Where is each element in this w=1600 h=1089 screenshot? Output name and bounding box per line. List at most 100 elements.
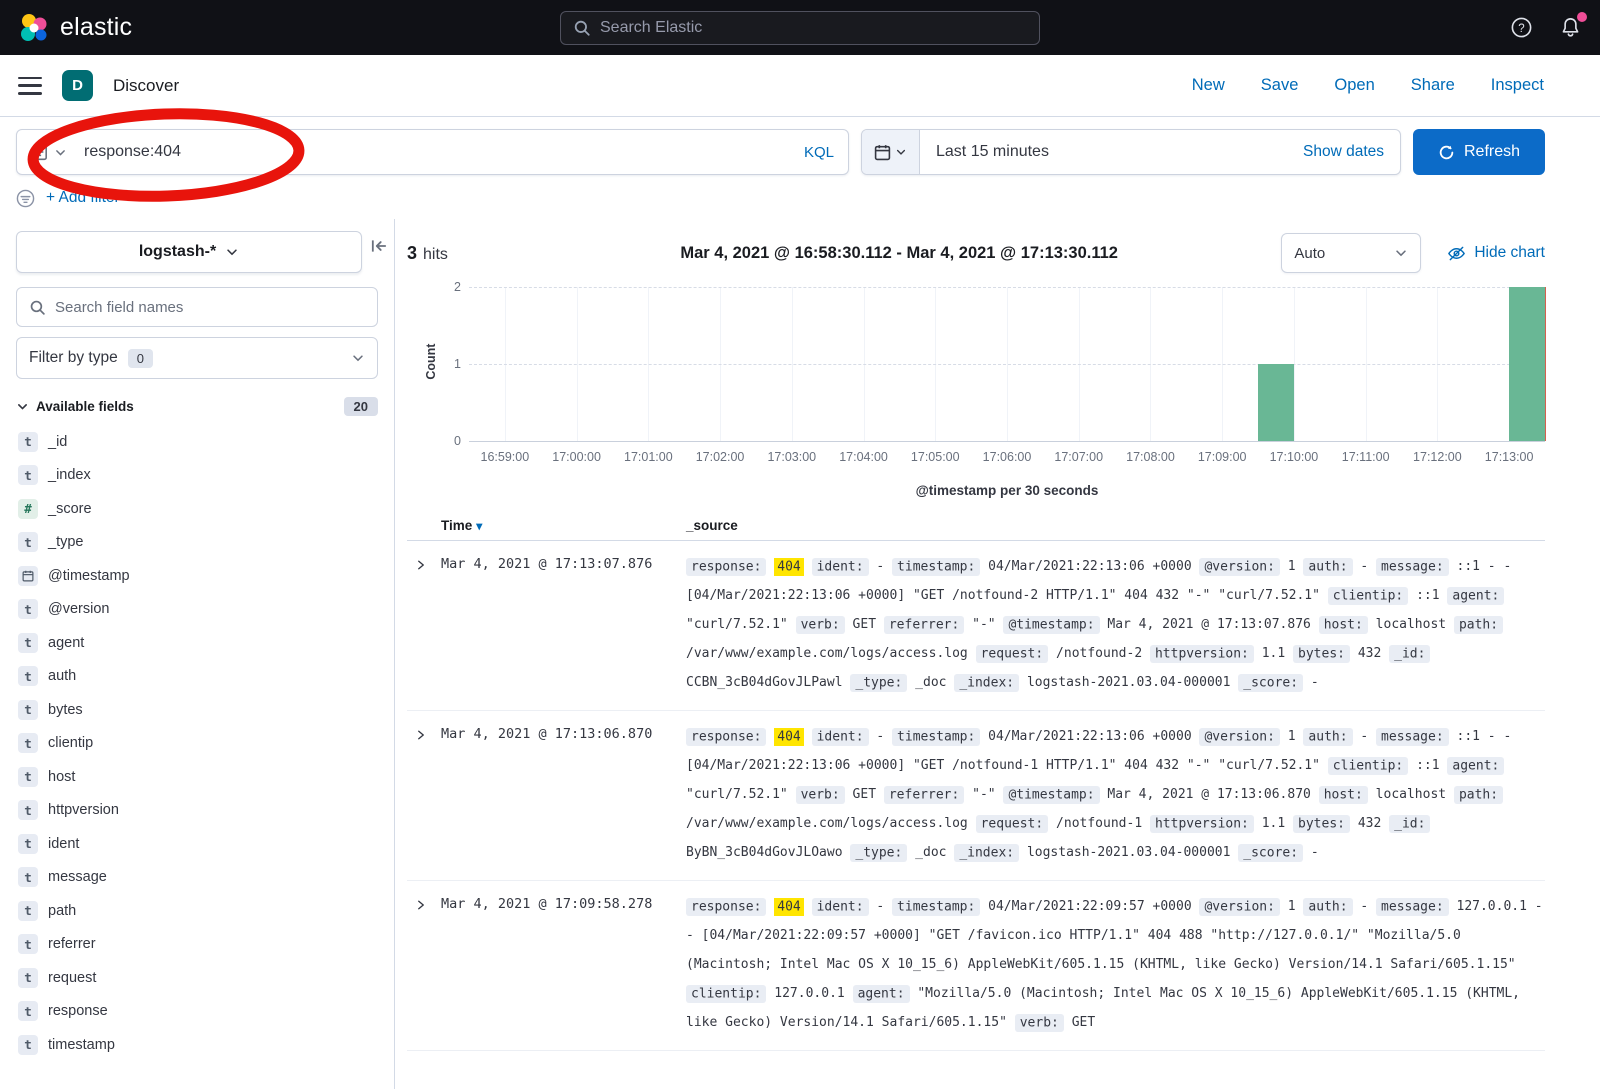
field-item-response[interactable]: tresponse (16, 995, 378, 1029)
histogram-bar[interactable] (1509, 287, 1545, 441)
text-field-icon: t (18, 432, 38, 452)
doc-timestamp: Mar 4, 2021 @ 17:09:58.278 (441, 892, 686, 1037)
doc-source: response: 404 ident: - timestamp: 04/Mar… (686, 552, 1545, 697)
field-search[interactable] (16, 287, 378, 327)
histogram-bar[interactable] (1258, 364, 1294, 441)
field-item-referrer[interactable]: treferrer (16, 928, 378, 962)
refresh-button[interactable]: Refresh (1413, 129, 1545, 175)
x-tick-label: 17:10:00 (1270, 450, 1319, 464)
query-input[interactable] (76, 143, 790, 161)
text-field-icon: t (18, 867, 38, 887)
x-axis-caption: @timestamp per 30 seconds (407, 483, 1545, 498)
field-item-agent[interactable]: tagent (16, 626, 378, 660)
field-item-_type[interactable]: t_type (16, 526, 378, 560)
action-save[interactable]: Save (1261, 76, 1299, 95)
text-field-icon: t (18, 934, 38, 954)
filter-by-type-toggle[interactable]: Filter by type 0 (16, 337, 378, 379)
field-search-input[interactable] (55, 299, 365, 316)
header-actions: New Save Open Share Inspect (1192, 76, 1582, 95)
field-item-host[interactable]: thost (16, 760, 378, 794)
hide-chart-button[interactable]: Hide chart (1447, 244, 1545, 263)
text-field-icon: t (18, 666, 38, 686)
expand-row-icon[interactable] (407, 722, 441, 867)
field-name: timestamp (48, 1037, 115, 1053)
field-item-_score[interactable]: #_score (16, 492, 378, 526)
x-tick-label: 17:11:00 (1342, 450, 1390, 464)
documents-table: Time ▾ _source Mar 4, 2021 @ 17:13:07.87… (407, 518, 1545, 1051)
time-range-value[interactable]: Last 15 minutes (920, 143, 1303, 161)
field-item-httpversion[interactable]: thttpversion (16, 794, 378, 828)
discover-main: 3 hits Mar 4, 2021 @ 16:58:30.112 - Mar … (395, 219, 1600, 1089)
field-item-@timestamp[interactable]: @timestamp (16, 559, 378, 593)
field-name: _index (48, 467, 91, 483)
date-picker: Last 15 minutes Show dates (861, 129, 1401, 175)
field-name: bytes (48, 702, 83, 718)
x-tick-label: 17:02:00 (696, 450, 745, 464)
field-name: ident (48, 836, 79, 852)
x-tick-label: 17:12:00 (1413, 450, 1462, 464)
sort-descending-icon[interactable]: ▾ (476, 519, 482, 533)
field-item-message[interactable]: t message (16, 861, 378, 895)
field-item-_id[interactable]: t_id (16, 425, 378, 459)
field-item-ident[interactable]: tident (16, 827, 378, 861)
collapse-sidebar-icon[interactable] (370, 237, 388, 260)
action-new[interactable]: New (1192, 76, 1225, 95)
add-filter-button[interactable]: + Add filter (46, 189, 120, 207)
x-tick-label: 17:13:00 (1485, 450, 1534, 464)
filter-count-badge: 0 (128, 349, 153, 368)
global-search-input[interactable] (600, 19, 1027, 37)
global-search[interactable] (560, 11, 1040, 45)
field-name: clientip (48, 735, 93, 751)
document-row: Mar 4, 2021 @ 17:13:07.876response: 404 … (407, 541, 1545, 711)
text-field-icon: t (18, 733, 38, 753)
page-title: Discover (113, 76, 179, 96)
action-share[interactable]: Share (1411, 76, 1455, 95)
doc-source: response: 404 ident: - timestamp: 04/Mar… (686, 892, 1545, 1037)
field-item-_index[interactable]: t _index (16, 459, 378, 493)
field-item-@version[interactable]: t@version (16, 593, 378, 627)
doc-timestamp: Mar 4, 2021 @ 17:13:07.876 (441, 552, 686, 697)
text-field-icon: t (18, 767, 38, 787)
notifications-icon[interactable] (1559, 16, 1582, 39)
show-dates-button[interactable]: Show dates (1303, 143, 1400, 161)
available-fields-header[interactable]: Available fields 20 (16, 397, 378, 416)
available-fields-count: 20 (344, 397, 378, 416)
field-name: response (48, 1003, 108, 1019)
saved-query-menu[interactable] (17, 143, 76, 161)
action-inspect[interactable]: Inspect (1491, 76, 1544, 95)
field-item-bytes[interactable]: tbytes (16, 693, 378, 727)
text-field-icon: t (18, 700, 38, 720)
calendar-menu-button[interactable] (862, 130, 920, 174)
menu-icon[interactable] (18, 77, 42, 95)
query-section: KQL Last 15 minutes Show dates Refresh (0, 117, 1600, 219)
field-item-request[interactable]: trequest (16, 961, 378, 995)
help-icon[interactable]: ? (1510, 16, 1533, 39)
index-pattern-select[interactable]: logstash-* (16, 231, 362, 273)
filter-icon[interactable] (16, 189, 35, 208)
brand: elastic (18, 12, 318, 44)
action-open[interactable]: Open (1334, 76, 1374, 95)
text-field-icon: t (18, 968, 38, 988)
y-tick-label: 2 (443, 280, 461, 294)
field-item-auth[interactable]: tauth (16, 660, 378, 694)
discover-app-icon: D (62, 70, 93, 101)
query-bar[interactable]: KQL (16, 129, 849, 175)
expand-row-icon[interactable] (407, 552, 441, 697)
field-item-timestamp[interactable]: ttimestamp (16, 1028, 378, 1062)
field-name: message (48, 869, 107, 885)
time-column-header[interactable]: Time ▾ (441, 518, 686, 533)
x-tick-label: 17:05:00 (911, 450, 960, 464)
interval-select[interactable]: Auto (1281, 233, 1421, 273)
expand-row-icon[interactable] (407, 892, 441, 1037)
field-item-clientip[interactable]: t clientip (16, 727, 378, 761)
field-name: httpversion (48, 802, 119, 818)
gridline (469, 364, 1545, 365)
text-field-icon: t (18, 465, 38, 485)
text-field-icon: t (18, 901, 38, 921)
query-language-button[interactable]: KQL (790, 144, 848, 161)
field-item-path[interactable]: tpath (16, 894, 378, 928)
x-tick-label: 17:07:00 (1054, 450, 1103, 464)
x-axis: 16:59:0017:00:0017:01:0017:02:0017:03:00… (469, 450, 1545, 468)
histogram-chart: Count 012 16:59:0017:00:0017:01:0017:02:… (407, 287, 1545, 498)
hits-label: hits (423, 246, 448, 264)
